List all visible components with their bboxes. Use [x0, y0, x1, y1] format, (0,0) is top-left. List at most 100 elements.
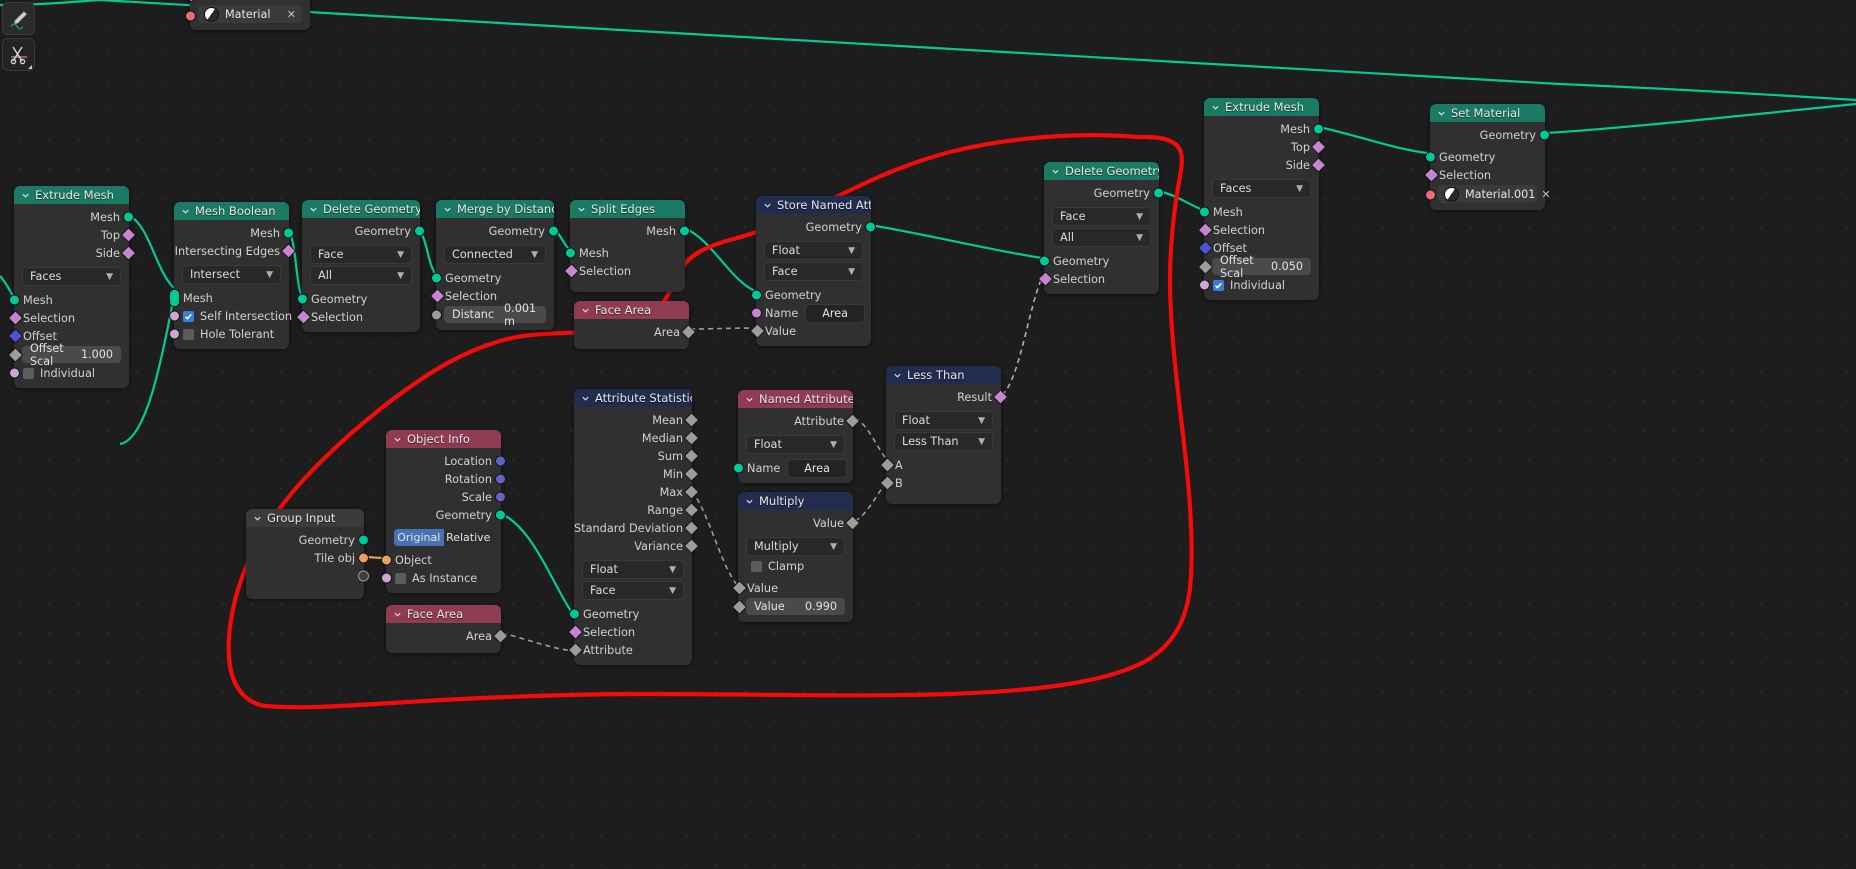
object-input-socket[interactable]: [381, 554, 392, 566]
as-instance-socket[interactable]: [381, 572, 392, 584]
socket-row-geometry-in[interactable]: Geometry: [751, 286, 871, 304]
socket-row-area-out[interactable]: Area: [574, 323, 696, 341]
node-header[interactable]: Less Than: [886, 366, 1001, 384]
clamp-checkbox[interactable]: [751, 560, 762, 572]
socket-row-value-a[interactable]: Value: [731, 579, 853, 597]
chevron-down-icon[interactable]: [577, 205, 586, 214]
geometry-output-socket[interactable]: [1539, 129, 1550, 141]
socket-row-variance[interactable]: Variance: [574, 537, 699, 555]
virtual-output-socket[interactable]: [358, 570, 369, 582]
node-header[interactable]: Attribute Statistic: [574, 389, 692, 407]
mode-dropdown[interactable]: Faces ▼: [22, 267, 121, 286]
node-header[interactable]: Extrude Mesh: [14, 186, 129, 204]
node-header[interactable]: Object Info: [386, 430, 501, 448]
socket-row-mesh-in[interactable]: Mesh: [169, 289, 289, 307]
geometry-input-socket[interactable]: [1425, 151, 1436, 163]
socket-row-geometry-in[interactable]: Geometry: [1039, 252, 1159, 270]
mesh-output-socket[interactable]: [679, 225, 690, 237]
socket-row-selection[interactable]: Selection: [567, 623, 692, 641]
socket-row-tile-obj[interactable]: Tile obj: [246, 549, 369, 567]
socket-row-geometry-out[interactable]: Geometry: [246, 531, 369, 549]
mode-dropdown-row[interactable]: Faces ▼: [1204, 178, 1319, 199]
chevron-down-icon[interactable]: [1211, 103, 1220, 112]
socket-row-mesh-out[interactable]: Mesh: [14, 208, 134, 226]
mesh-input-socket[interactable]: [565, 247, 576, 259]
node-extrude-mesh-left[interactable]: Extrude Mesh Mesh Top Side Faces ▼ Mesh …: [7, 186, 136, 388]
mode-dropdown[interactable]: All ▼: [310, 266, 412, 285]
socket-row-as-instance[interactable]: As Instance: [381, 569, 501, 587]
offset-scale-row[interactable]: Offset Scal 0.050: [1197, 254, 1319, 280]
chevron-down-icon[interactable]: [253, 514, 262, 523]
node-header[interactable]: Split Edges: [570, 200, 685, 218]
domain-dropdown-row[interactable]: Face ▼: [1044, 206, 1159, 227]
self-intersection-socket[interactable]: [169, 310, 180, 322]
chevron-down-icon[interactable]: [21, 191, 30, 200]
geometry-input-socket[interactable]: [751, 289, 762, 301]
name-field[interactable]: Area: [805, 303, 865, 323]
scale-output-socket[interactable]: [495, 491, 506, 503]
socket-row-name[interactable]: Name Area: [733, 458, 853, 478]
mesh-output-socket[interactable]: [123, 211, 134, 223]
geometry-input-socket[interactable]: [431, 272, 442, 284]
transform-space-toggle[interactable]: Original Relative: [394, 529, 493, 546]
individual-input-socket[interactable]: [1199, 279, 1210, 291]
socket-row-hole-tolerant[interactable]: Hole Tolerant: [169, 325, 289, 343]
socket-row-b[interactable]: B: [879, 474, 1001, 492]
geometry-input-socket[interactable]: [297, 293, 308, 305]
hole-tolerant-checkbox[interactable]: [183, 328, 194, 340]
operation-dropdown-row[interactable]: Multiply ▼: [738, 536, 853, 557]
name-input-socket[interactable]: [733, 462, 744, 474]
node-header[interactable]: Mesh Boolean: [174, 202, 289, 220]
domain-dropdown-row[interactable]: Face ▼: [302, 244, 420, 265]
socket-row-side[interactable]: Side: [1204, 156, 1326, 174]
distance-socket[interactable]: [431, 309, 442, 321]
domain-dropdown[interactable]: Face ▼: [582, 581, 684, 600]
mesh-output-socket[interactable]: [1313, 123, 1324, 135]
node-object-info[interactable]: Object Info Location Rotation Scale Geom…: [381, 430, 506, 593]
chevron-down-icon[interactable]: [745, 395, 754, 404]
material-socket[interactable]: [1425, 189, 1436, 201]
mesh-input-socket[interactable]: [9, 294, 20, 306]
close-icon[interactable]: ✕: [1541, 188, 1550, 201]
data-type-dropdown[interactable]: Float ▼: [894, 411, 993, 430]
domain-dropdown-row[interactable]: Face ▼: [756, 261, 871, 282]
data-type-dropdown-row[interactable]: Float ▼: [574, 559, 692, 580]
socket-row-geometry-out[interactable]: Geometry: [386, 506, 506, 524]
domain-dropdown[interactable]: Face ▼: [1052, 207, 1151, 226]
socket-row-individual[interactable]: Individual: [1199, 276, 1319, 294]
node-face-area-top[interactable]: Face Area Area: [574, 301, 696, 349]
node-header[interactable]: Group Input: [246, 509, 364, 527]
mesh-input-socket[interactable]: [1199, 206, 1210, 218]
socket-row-max[interactable]: Max: [574, 483, 699, 501]
distance-field[interactable]: Distanc 0.001 m: [444, 302, 546, 328]
geometry-input-socket[interactable]: [1039, 255, 1050, 267]
node-store-named-attribute[interactable]: Store Named Attribute Geometry Float ▼ Fa…: [749, 196, 876, 346]
individual-checkbox[interactable]: [1213, 279, 1224, 291]
socket-row-median[interactable]: Median: [574, 429, 699, 447]
socket-row-name[interactable]: Name Area: [751, 303, 871, 323]
individual-checkbox[interactable]: [23, 367, 34, 379]
data-type-dropdown-row[interactable]: Float ▼: [886, 410, 1001, 431]
node-attribute-statistic[interactable]: Attribute Statistic Mean Median Sum Min …: [567, 389, 699, 665]
node-face-area-bottom[interactable]: Face Area Area: [386, 605, 508, 653]
socket-row-intersecting-edges[interactable]: Intersecting Edges: [174, 242, 296, 260]
socket-row-geometry-out[interactable]: Geometry: [302, 222, 425, 240]
mode-dropdown[interactable]: Connected ▼: [444, 245, 546, 264]
chevron-down-icon[interactable]: [443, 205, 452, 214]
socket-row-mesh-out[interactable]: Mesh: [174, 224, 294, 242]
name-field[interactable]: Area: [787, 458, 847, 478]
geometry-output-socket[interactable]: [358, 534, 369, 546]
domain-dropdown[interactable]: Face ▼: [310, 245, 412, 264]
node-extrude-mesh-right[interactable]: Extrude Mesh Mesh Top Side Faces ▼ Mesh …: [1197, 98, 1326, 300]
operation-dropdown-row[interactable]: Intersect ▼: [174, 264, 289, 285]
node-header[interactable]: Multiply: [738, 492, 853, 510]
mode-dropdown-row[interactable]: Faces ▼: [14, 266, 129, 287]
socket-row-geometry-out[interactable]: Geometry: [436, 222, 559, 240]
geometry-output-socket[interactable]: [414, 225, 425, 237]
chevron-down-icon[interactable]: [745, 497, 754, 506]
mode-dropdown-row[interactable]: All ▼: [1044, 227, 1159, 248]
transform-space-original[interactable]: Original: [394, 529, 444, 546]
node-merge-by-distance[interactable]: Merge by Distance Geometry Connected ▼ Ge…: [429, 200, 559, 330]
node-header[interactable]: Delete Geometry: [302, 200, 420, 218]
offset-scale-field[interactable]: Offset Scal 0.050: [1212, 254, 1311, 280]
